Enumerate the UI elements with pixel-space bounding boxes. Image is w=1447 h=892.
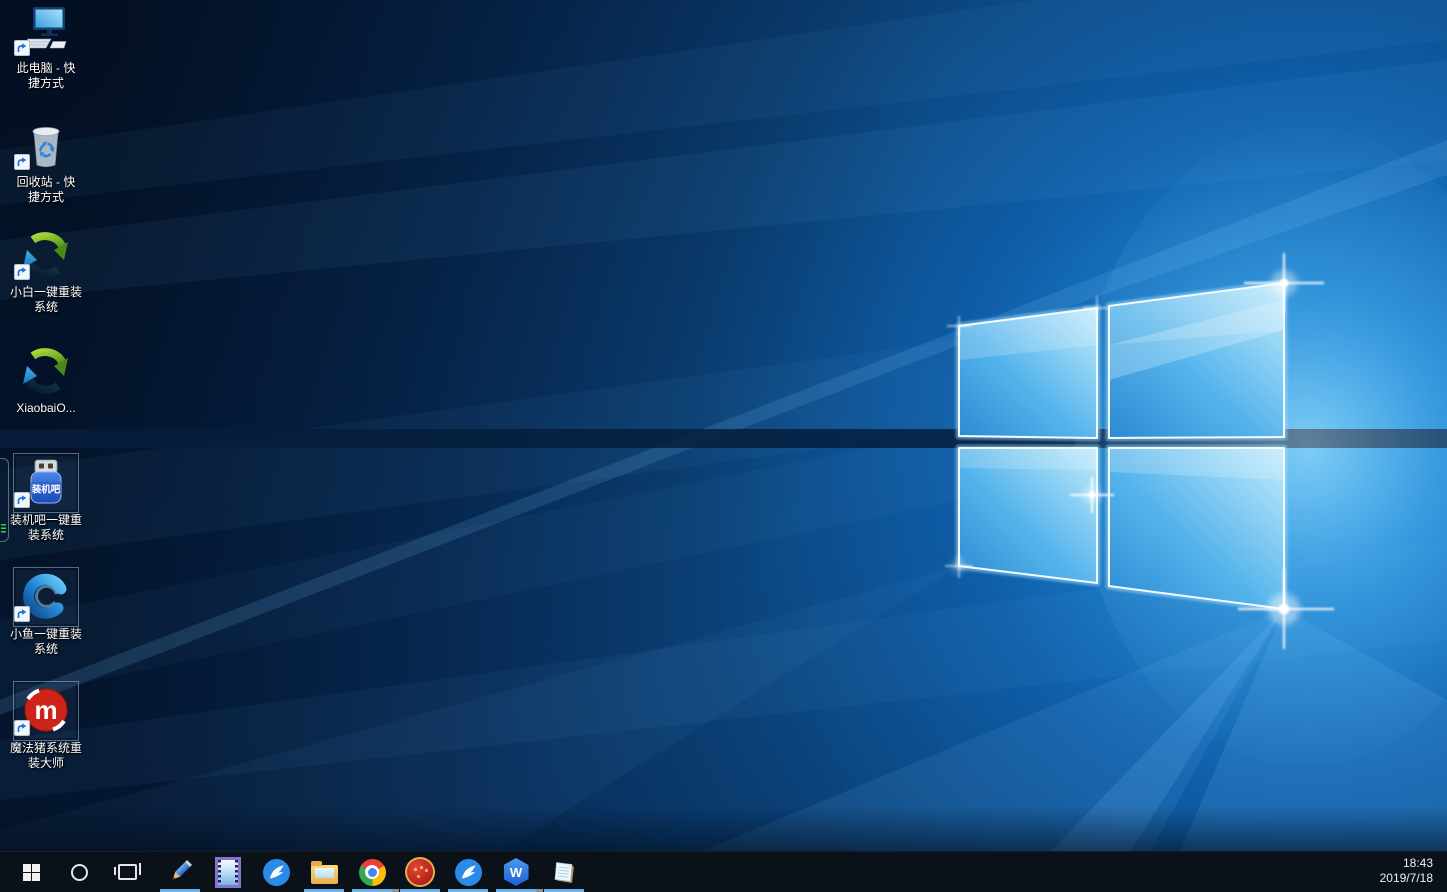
xiaoyu-swirl-icon bbox=[16, 570, 76, 624]
windows-desktop: 此电脑 - 快 捷方式 bbox=[0, 0, 1447, 892]
taskbar-app-file-explorer[interactable] bbox=[300, 852, 348, 892]
wing-icon bbox=[263, 859, 290, 886]
filmstrip-icon bbox=[215, 857, 241, 888]
clock-time: 18:43 bbox=[1380, 856, 1433, 871]
task-view-button[interactable] bbox=[103, 852, 151, 892]
desktop-icon-label: 装机吧一键重 装系统 bbox=[0, 513, 92, 543]
mofazhu-m-icon: m bbox=[16, 684, 76, 738]
shortcut-arrow-icon bbox=[14, 154, 30, 170]
zhuangjiba-usb-icon: 装机吧 bbox=[16, 456, 76, 510]
desktop-icon-label: 小鱼一键重装 系统 bbox=[0, 627, 92, 657]
taskbar-app-red-seal[interactable] bbox=[396, 852, 444, 892]
taskbar-app-wps-office[interactable]: W bbox=[492, 852, 540, 892]
desktop-icon-mofazhu[interactable]: m 魔法猪系统重 装大师 bbox=[0, 684, 92, 771]
this-pc-icon bbox=[16, 4, 76, 58]
pencil-icon bbox=[166, 858, 194, 886]
desktop-icon-xiaobai-o[interactable]: XiaobaiO... bbox=[0, 344, 92, 416]
shortcut-arrow-icon bbox=[14, 492, 30, 508]
svg-text:装机吧: 装机吧 bbox=[31, 484, 61, 496]
xiaobai-refresh-icon bbox=[16, 228, 76, 282]
recycle-bin-icon bbox=[16, 118, 76, 172]
shortcut-arrow-icon bbox=[14, 40, 30, 56]
tray-clock[interactable]: 18:43 2019/7/18 bbox=[1380, 856, 1433, 886]
taskbar-app-notepad[interactable] bbox=[540, 852, 588, 892]
start-button[interactable] bbox=[7, 852, 55, 892]
search-button[interactable] bbox=[55, 852, 103, 892]
taskbar: W 18:43 2019/7/18 bbox=[0, 851, 1447, 892]
red-seal-icon bbox=[405, 857, 435, 887]
desktop-icon-this-pc[interactable]: 此电脑 - 快 捷方式 bbox=[0, 4, 92, 91]
desktop-icon-label: 魔法猪系统重 装大师 bbox=[0, 741, 92, 771]
desktop-wallpaper bbox=[0, 0, 1447, 852]
desktop-icon-label: 小白一键重装 系统 bbox=[0, 285, 92, 315]
taskbar-app-wing-assistant-2[interactable] bbox=[444, 852, 492, 892]
desktop-icon-xiaobai[interactable]: 小白一键重装 系统 bbox=[0, 228, 92, 315]
taskbar-pinned-apps: W bbox=[156, 852, 588, 892]
xiaobai-o-refresh-icon bbox=[16, 344, 76, 398]
desktop-icon-label: 回收站 - 快 捷方式 bbox=[0, 175, 92, 205]
wing-icon bbox=[455, 859, 482, 886]
search-icon bbox=[71, 864, 88, 881]
shortcut-arrow-icon bbox=[14, 606, 30, 622]
notepad-icon bbox=[551, 859, 578, 886]
taskbar-app-chrome[interactable] bbox=[348, 852, 396, 892]
svg-text:m: m bbox=[34, 695, 57, 725]
chrome-icon bbox=[359, 859, 386, 886]
shortcut-arrow-icon bbox=[14, 720, 30, 736]
wps-hexagon-icon: W bbox=[504, 858, 529, 886]
desktop-icon-xiaoyu[interactable]: 小鱼一键重装 系统 bbox=[0, 570, 92, 657]
desktop-icon-recycle-bin[interactable]: 回收站 - 快 捷方式 bbox=[0, 118, 92, 205]
task-view-icon bbox=[118, 864, 137, 880]
windows-logo-icon bbox=[23, 864, 40, 881]
shortcut-arrow-icon bbox=[14, 264, 30, 280]
desktop-icon-label: XiaobaiO... bbox=[0, 401, 92, 416]
taskbar-app-wing-assistant[interactable] bbox=[252, 852, 300, 892]
desktop-icon-label: 此电脑 - 快 捷方式 bbox=[0, 61, 92, 91]
taskbar-app-pencil-editor[interactable] bbox=[156, 852, 204, 892]
taskbar-app-video-film[interactable] bbox=[204, 852, 252, 892]
desktop-icon-zhuangjiba[interactable]: 装机吧 装机吧一键重 装系统 bbox=[0, 456, 92, 543]
clock-date: 2019/7/18 bbox=[1380, 871, 1433, 886]
folder-icon bbox=[311, 865, 338, 884]
